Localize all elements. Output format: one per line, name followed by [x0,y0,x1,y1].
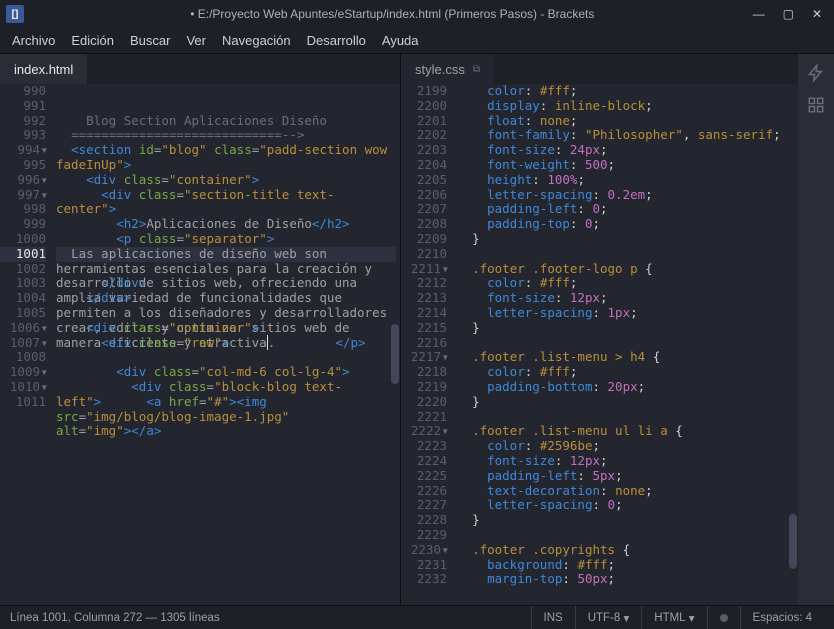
insert-mode[interactable]: INS [531,606,575,629]
titlebar: • E:/Proyecto Web Apuntes/eStartup/index… [0,0,834,28]
right-toolbar [798,54,834,605]
tab-index-html[interactable]: index.html [0,54,87,84]
live-preview-icon[interactable] [807,64,825,82]
app-icon [6,5,24,23]
close-button[interactable]: ✕ [812,7,822,21]
statusbar: Línea 1001, Columna 272 — 1305 líneas IN… [0,605,834,629]
tab-style-css[interactable]: style.css ⧉ [401,54,494,84]
menu-buscar[interactable]: Buscar [130,33,170,48]
window-title: • E:/Proyecto Web Apuntes/eStartup/index… [32,7,753,21]
editor-left[interactable]: 990991992993994▾995996▾997▾9989991000100… [0,84,401,605]
minimize-button[interactable]: — [753,7,765,21]
indent-setting[interactable]: Espacios: 4 [740,606,824,629]
encoding[interactable]: UTF-8 ▾ [575,606,642,629]
cursor-position[interactable]: Línea 1001, Columna 272 — 1305 líneas [10,612,531,624]
menu-archivo[interactable]: Archivo [12,33,55,48]
menu-navegación[interactable]: Navegación [222,33,291,48]
scrollbar-right[interactable] [788,84,798,605]
lint-status[interactable] [707,606,740,629]
menu-desarrollo[interactable]: Desarrollo [307,33,366,48]
extensions-icon[interactable] [807,96,825,114]
maximize-button[interactable]: ▢ [783,7,794,21]
menubar: Archivo Edición Buscar Ver Navegación Desarro… [0,28,834,54]
scrollbar-left[interactable] [390,84,400,605]
menu-ver[interactable]: Ver [186,33,206,48]
tab-label: style.css [415,62,465,77]
editor-right[interactable]: 2199220022012202220322042205220622072208… [401,84,834,605]
menu-ayuda[interactable]: Ayuda [382,33,419,48]
tab-strip: index.html style.css ⧉ ✕ [0,54,834,84]
status-dot-icon [720,614,728,622]
split-icon: ⧉ [473,64,480,75]
language-mode[interactable]: HTML ▾ [641,606,706,629]
menu-edición[interactable]: Edición [71,33,114,48]
